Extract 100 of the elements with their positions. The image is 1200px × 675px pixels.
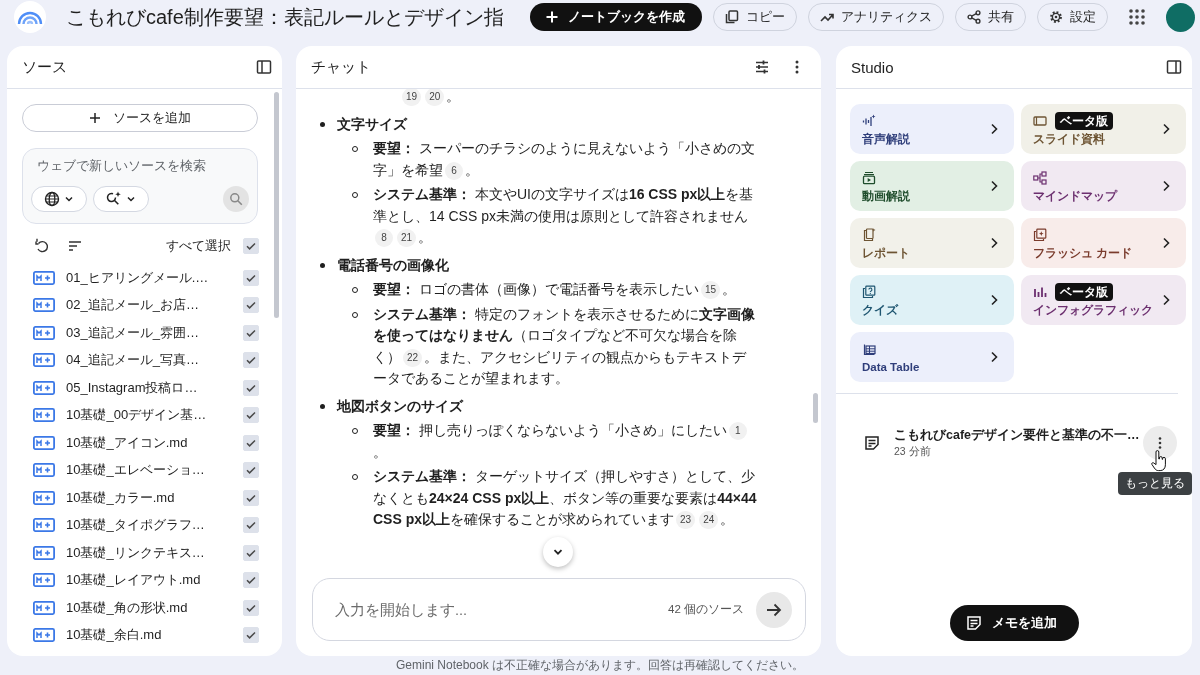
send-button[interactable]: [756, 591, 792, 628]
checkbox[interactable]: [243, 627, 259, 644]
chevron-right-icon: [990, 180, 998, 192]
checkbox[interactable]: [243, 599, 259, 616]
mind-map-icon: [1033, 170, 1047, 185]
web-source-dropdown[interactable]: [31, 186, 87, 212]
audio-wave-icon: [862, 113, 876, 128]
answer-text: 19 20 。: [320, 89, 769, 108]
source-item[interactable]: 10基礎_00デザイン基…: [66, 406, 207, 425]
markdown-file-icon: [33, 380, 55, 395]
source-item[interactable]: 01_ヒアリングメール.…: [66, 268, 209, 287]
checkbox[interactable]: [243, 544, 259, 561]
bullet-icon: [320, 262, 325, 268]
settings-icon: [1049, 10, 1063, 24]
plus-icon: [545, 10, 559, 24]
source-item[interactable]: 02_追記メール_お店…: [66, 296, 199, 315]
add-source-button[interactable]: ソースを追加: [22, 104, 258, 132]
checkbox[interactable]: [243, 572, 259, 589]
flashcards-tile[interactable]: フラッシュ カード: [1021, 218, 1186, 268]
checkbox[interactable]: [243, 324, 259, 341]
more-options-button[interactable]: [1143, 426, 1177, 460]
markdown-file-icon: [33, 463, 55, 478]
search-icon: [229, 192, 243, 206]
bullet-icon: [320, 403, 325, 409]
note-icon: [864, 435, 880, 451]
checkbox[interactable]: [243, 352, 259, 369]
scrollbar-thumb[interactable]: [274, 92, 279, 318]
checkbox[interactable]: [243, 269, 259, 286]
chat-input[interactable]: 入力を開始します...: [333, 600, 668, 619]
panel-title: Studio: [851, 58, 894, 76]
report-tile[interactable]: レポート: [850, 218, 1014, 268]
rotate-arrow-icon[interactable]: [34, 238, 50, 254]
markdown-file-icon: [33, 298, 55, 313]
citation-chip[interactable]: 19: [402, 89, 422, 106]
checkbox[interactable]: [243, 297, 259, 314]
beta-badge: ベータ版: [1055, 282, 1113, 301]
disclaimer-text: Gemini Notebook は不正確な場合があります。回答は再確認してください。: [395, 657, 804, 674]
citation-chip[interactable]: 22: [403, 348, 423, 367]
panel-toggle-icon[interactable]: [1166, 59, 1182, 75]
create-notebook-button[interactable]: ノートブックを作成: [530, 3, 702, 31]
scroll-down-button[interactable]: [543, 537, 573, 567]
chat-input-field[interactable]: 入力を開始します... 42 個のソース: [312, 578, 806, 641]
source-item[interactable]: 03_追記メール_雰囲…: [66, 323, 199, 342]
citation-chip[interactable]: 20: [425, 89, 445, 106]
checkbox[interactable]: [243, 379, 259, 396]
tune-icon[interactable]: [754, 59, 770, 75]
citation-chip[interactable]: 8: [375, 229, 393, 247]
apps-grid-icon[interactable]: [1129, 9, 1145, 25]
checkbox[interactable]: [243, 489, 259, 506]
audio-tile[interactable]: 音声解説: [850, 104, 1014, 154]
source-item[interactable]: 10基礎_角の形状.md: [66, 598, 188, 617]
scrollbar-thumb[interactable]: [813, 393, 818, 423]
quiz-tile[interactable]: クイズ: [850, 275, 1014, 325]
chevron-right-icon: [1162, 237, 1170, 249]
sort-icon[interactable]: [67, 238, 83, 254]
answer-text: 要望： スーパーのチラシのように見えないよう「小さめの文字」を希望 6 。: [373, 139, 756, 181]
checkbox[interactable]: [243, 238, 259, 254]
copy-icon: [725, 10, 739, 24]
source-item[interactable]: 10基礎_レイアウト.md: [66, 571, 201, 590]
research-mode-dropdown[interactable]: [93, 186, 149, 212]
markdown-file-icon: [33, 408, 55, 423]
checkbox[interactable]: [243, 462, 259, 479]
search-button[interactable]: [223, 186, 249, 212]
check-icon: [245, 519, 257, 532]
source-item[interactable]: 10基礎_余白.md: [66, 626, 162, 645]
flashcard-icon: [1033, 227, 1047, 242]
check-icon: [245, 354, 257, 367]
globe-icon: [44, 191, 60, 207]
notebook-title[interactable]: こもれびcafe制作要望：表記ルールとデザイン指: [66, 3, 504, 31]
table-tile[interactable]: Data Table: [850, 332, 1014, 382]
citation-chip[interactable]: 23: [676, 511, 696, 529]
citation-chip[interactable]: 15: [700, 281, 720, 299]
source-item[interactable]: 04_追記メール_写真…: [66, 351, 199, 370]
infographic-tile[interactable]: ベータ版 インフォグラフィック: [1021, 275, 1186, 325]
source-item[interactable]: 10基礎_カラー.md: [66, 488, 175, 507]
source-item[interactable]: 10基礎_アイコン.md: [66, 433, 188, 452]
web-search-input[interactable]: ウェブで新しいソースを検索: [31, 155, 253, 177]
checkbox[interactable]: [243, 407, 259, 424]
panel-title: チャット: [311, 57, 371, 77]
checkbox[interactable]: [243, 517, 259, 534]
logo-icon[interactable]: [14, 1, 46, 33]
slides-tile[interactable]: ベータ版 スライド資料: [1021, 104, 1186, 154]
add-note-button[interactable]: メモを追加: [949, 605, 1079, 641]
source-item[interactable]: 05_Instagram投稿ロ…: [66, 378, 198, 397]
web-search-field[interactable]: ウェブで新しいソースを検索: [22, 148, 258, 224]
source-item[interactable]: 10基礎_リンクテキス…: [66, 543, 205, 562]
citation-chip[interactable]: 1: [728, 422, 747, 440]
citation-chip[interactable]: 6: [445, 161, 463, 180]
answer-text: 要望： ロゴの書体（画像）で電話番号を表示したい 15 。: [373, 280, 737, 301]
markdown-file-icon: [33, 353, 55, 368]
citation-chip[interactable]: 21: [397, 229, 417, 247]
source-item[interactable]: 10基礎_タイポグラフ…: [66, 516, 205, 535]
panel-toggle-icon[interactable]: [256, 59, 272, 75]
source-item[interactable]: 10基礎_エレベーショ…: [66, 461, 205, 480]
video-tile[interactable]: 動画解説: [850, 161, 1014, 211]
checkbox[interactable]: [243, 434, 259, 451]
citation-chip[interactable]: 24: [699, 511, 719, 529]
markdown-file-icon: [33, 270, 55, 285]
mindmap-tile[interactable]: マインドマップ: [1021, 161, 1186, 211]
avatar[interactable]: [1166, 2, 1195, 32]
